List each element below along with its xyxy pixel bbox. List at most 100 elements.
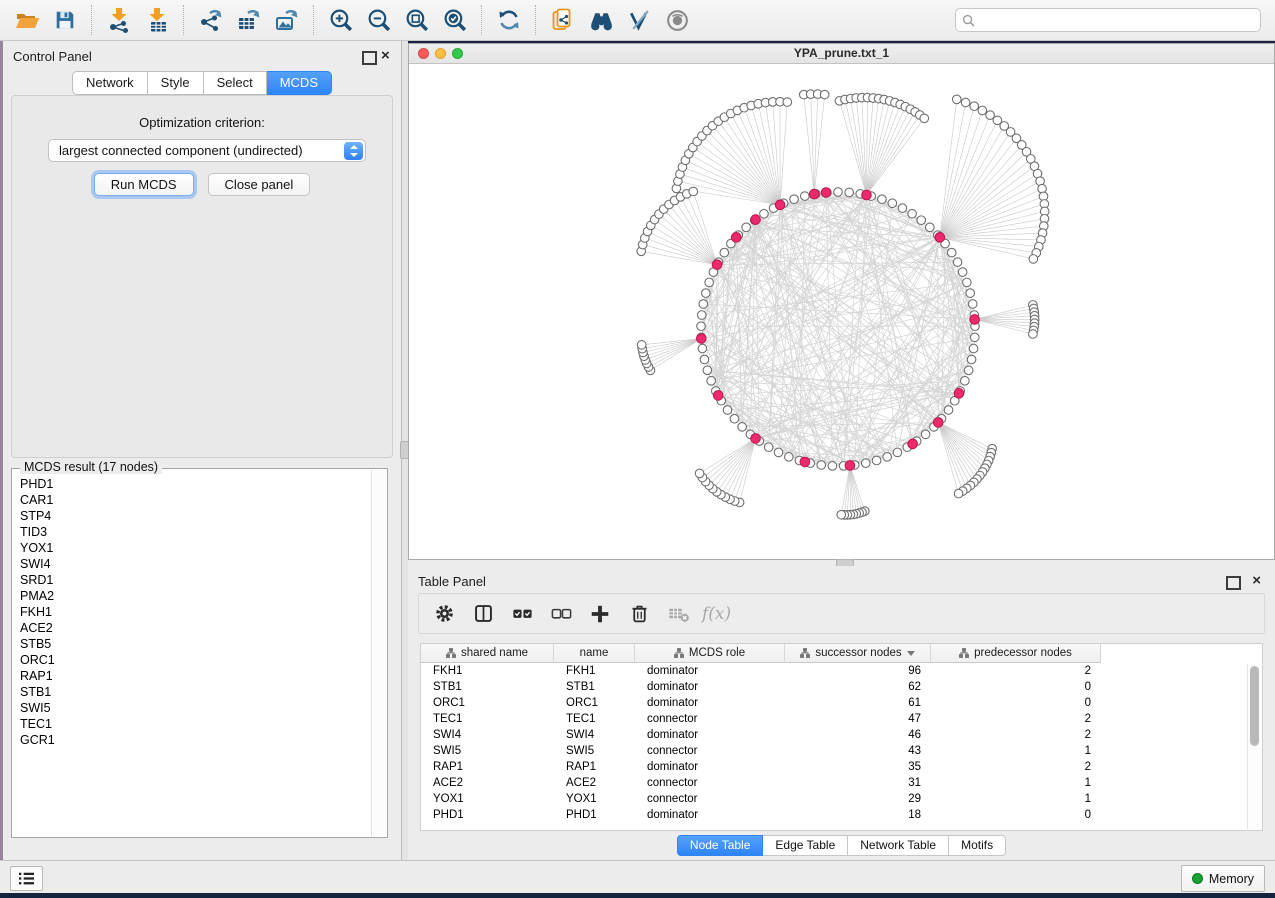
close-panel-icon[interactable]: ×	[381, 50, 390, 62]
table-cell[interactable]: 29	[785, 791, 931, 807]
table-cell[interactable]: 31	[785, 775, 931, 791]
table-cell[interactable]: FKH1	[421, 663, 554, 679]
table-cell[interactable]: dominator	[635, 759, 785, 775]
table-cell[interactable]: 0	[931, 679, 1101, 695]
table-cell[interactable]: 2	[931, 759, 1101, 775]
deselect-all-button[interactable]	[546, 599, 576, 629]
tab-select[interactable]: Select	[204, 71, 267, 95]
result-node-item[interactable]: RAP1	[13, 668, 372, 684]
run-mcds-button[interactable]: Run MCDS	[94, 173, 194, 196]
open-file-button[interactable]	[8, 3, 46, 37]
close-panel-button[interactable]: Close panel	[208, 173, 311, 196]
tab-node-table[interactable]: Node Table	[677, 835, 764, 856]
table-row[interactable]: PHD1PHD1dominator180	[421, 807, 1262, 823]
result-node-item[interactable]: ORC1	[13, 652, 372, 668]
table-cell[interactable]: 61	[785, 695, 931, 711]
tab-mcds[interactable]: MCDS	[267, 71, 332, 95]
result-node-item[interactable]: FKH1	[13, 604, 372, 620]
search-network-button[interactable]	[582, 3, 620, 37]
result-node-item[interactable]: GCR1	[13, 732, 372, 748]
table-cell[interactable]: ORC1	[421, 695, 554, 711]
column-header-predecessor-nodes[interactable]: predecessor nodes	[931, 644, 1101, 663]
zoom-in-button[interactable]	[322, 3, 360, 37]
table-scrollbar[interactable]	[1247, 664, 1261, 829]
table-cell[interactable]: connector	[635, 711, 785, 727]
criterion-dropdown[interactable]: largest connected component (undirected)	[48, 139, 366, 162]
table-cell[interactable]: connector	[635, 743, 785, 759]
table-cell[interactable]: SWI4	[554, 727, 635, 743]
column-header-successor-nodes[interactable]: successor nodes	[785, 644, 931, 663]
column-layout-button[interactable]	[468, 599, 498, 629]
table-cell[interactable]: 2	[931, 711, 1101, 727]
import-table-button[interactable]	[138, 3, 176, 37]
result-node-item[interactable]: PMA2	[13, 588, 372, 604]
table-cell[interactable]: 1	[931, 775, 1101, 791]
tab-network[interactable]: Network	[72, 71, 148, 95]
table-cell[interactable]: 0	[931, 807, 1101, 823]
float-panel-icon[interactable]	[1226, 576, 1241, 590]
function-builder-icon[interactable]: f(x)	[702, 604, 731, 624]
result-node-item[interactable]: ACE2	[13, 620, 372, 636]
result-node-item[interactable]: TEC1	[13, 716, 372, 732]
search-input[interactable]	[975, 12, 1254, 28]
table-cell[interactable]: 47	[785, 711, 931, 727]
table-cell[interactable]: PHD1	[421, 807, 554, 823]
table-cell[interactable]: connector	[635, 775, 785, 791]
table-cell[interactable]: STB1	[554, 679, 635, 695]
table-cell[interactable]: PHD1	[554, 807, 635, 823]
table-cell[interactable]: YOX1	[421, 791, 554, 807]
table-cell[interactable]: TEC1	[421, 711, 554, 727]
table-cell[interactable]: FKH1	[554, 663, 635, 679]
result-node-item[interactable]: SWI5	[13, 700, 372, 716]
table-cell[interactable]: 35	[785, 759, 931, 775]
table-row[interactable]: SWI4SWI4dominator462	[421, 727, 1262, 743]
import-network-button[interactable]	[100, 3, 138, 37]
column-header-shared-name[interactable]: shared name	[421, 644, 554, 663]
zoom-fit-button[interactable]	[398, 3, 436, 37]
table-settings-button[interactable]	[429, 599, 459, 629]
table-scrollbar-thumb[interactable]	[1250, 666, 1259, 746]
result-node-item[interactable]: STB1	[13, 684, 372, 700]
float-panel-icon[interactable]	[362, 51, 377, 65]
tab-motifs[interactable]: Motifs	[949, 835, 1006, 856]
result-node-item[interactable]: CAR1	[13, 492, 372, 508]
table-cell[interactable]: ACE2	[421, 775, 554, 791]
table-row[interactable]: RAP1RAP1dominator352	[421, 759, 1262, 775]
result-node-item[interactable]: TID3	[13, 524, 372, 540]
table-cell[interactable]: SWI5	[554, 743, 635, 759]
table-row[interactable]: ORC1ORC1dominator610	[421, 695, 1262, 711]
network-graph[interactable]	[409, 63, 1274, 559]
zoom-out-button[interactable]	[360, 3, 398, 37]
show-details-button[interactable]	[658, 3, 696, 37]
table-cell[interactable]: 0	[931, 695, 1101, 711]
column-header-name[interactable]: name	[554, 644, 635, 663]
result-node-item[interactable]: YOX1	[13, 540, 372, 556]
table-cell[interactable]: 1	[931, 743, 1101, 759]
table-row[interactable]: TEC1TEC1connector472	[421, 711, 1262, 727]
result-node-item[interactable]: STB5	[13, 636, 372, 652]
table-row[interactable]: FKH1FKH1dominator962	[421, 663, 1262, 679]
share-document-button[interactable]	[544, 3, 582, 37]
result-node-item[interactable]: SWI4	[13, 556, 372, 572]
result-list-scrollbar[interactable]	[371, 470, 386, 836]
tab-edge-table[interactable]: Edge Table	[763, 835, 848, 856]
result-node-item[interactable]: SRD1	[13, 572, 372, 588]
table-cell[interactable]: 46	[785, 727, 931, 743]
table-cell[interactable]: YOX1	[554, 791, 635, 807]
close-panel-icon[interactable]: ×	[1252, 575, 1261, 587]
zoom-selected-button[interactable]	[436, 3, 474, 37]
table-row[interactable]: SWI5SWI5connector431	[421, 743, 1262, 759]
table-cell[interactable]: dominator	[635, 663, 785, 679]
table-cell[interactable]: 96	[785, 663, 931, 679]
table-cell[interactable]: ACE2	[554, 775, 635, 791]
table-cell[interactable]: 1	[931, 791, 1101, 807]
hide-details-button[interactable]	[620, 3, 658, 37]
table-row[interactable]: YOX1YOX1connector291	[421, 791, 1262, 807]
result-node-item[interactable]: STP4	[13, 508, 372, 524]
result-node-item[interactable]: PHD1	[13, 476, 372, 492]
column-header-MCDS-role[interactable]: MCDS role	[635, 644, 785, 663]
save-session-button[interactable]	[46, 3, 84, 37]
export-image-button[interactable]	[268, 3, 306, 37]
add-column-button[interactable]	[585, 599, 615, 629]
table-cell[interactable]: dominator	[635, 807, 785, 823]
